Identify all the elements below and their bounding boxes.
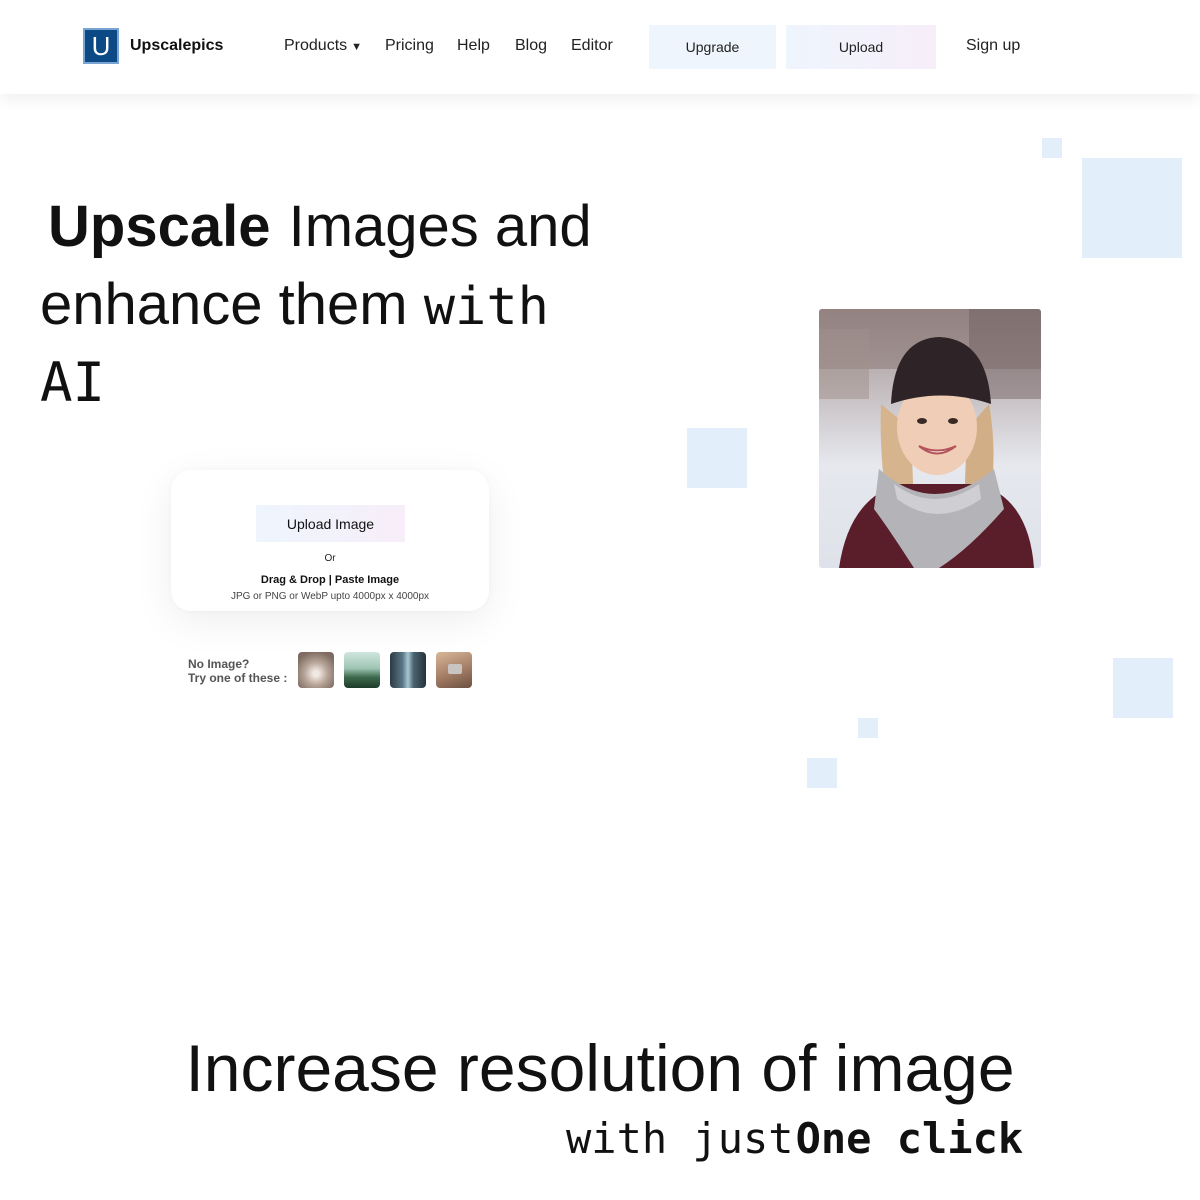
navbar: U Upscalepics Products ▼ Pricing Help Blo… xyxy=(0,0,1200,94)
hero-headline: Upscale Images and enhance them with AI xyxy=(40,190,620,424)
section-subtitle-highlight: One click xyxy=(794,1114,1030,1163)
decor-square xyxy=(858,718,878,738)
brand-name: Upscalepics xyxy=(130,37,224,54)
nav-products[interactable]: Products ▼ xyxy=(284,37,362,56)
format-hint: JPG or PNG or WebP upto 4000px x 4000px xyxy=(230,591,430,602)
sample-thumb-cat[interactable] xyxy=(298,652,334,688)
decor-square xyxy=(1042,138,1062,158)
or-text: Or xyxy=(324,553,336,564)
section-subtitle-prefix: with just xyxy=(566,1114,794,1163)
decor-square xyxy=(1113,658,1173,718)
hero-line-1: Upscale Images and xyxy=(40,190,620,268)
decor-square xyxy=(687,428,747,488)
hero-photo xyxy=(819,309,1041,568)
upload-button[interactable]: Upload xyxy=(786,25,936,69)
upload-dropzone[interactable]: Upload Image Or Drag & Drop | Paste Imag… xyxy=(171,470,489,611)
sample-thumb-laptop[interactable] xyxy=(436,652,472,688)
nav-editor[interactable]: Editor xyxy=(571,37,613,55)
woman-portrait-image xyxy=(819,309,1041,568)
hero-line-2-text: enhance them xyxy=(40,272,424,337)
signup-link[interactable]: Sign up xyxy=(966,37,1020,55)
caret-down-icon: ▼ xyxy=(351,41,363,53)
logo-icon: U xyxy=(83,28,119,64)
nav-blog[interactable]: Blog xyxy=(515,37,547,55)
decor-square xyxy=(807,758,837,788)
decor-square xyxy=(1082,158,1182,258)
sample-thumb-landscape[interactable] xyxy=(344,652,380,688)
hero-line-2: enhance them with xyxy=(40,268,620,346)
upload-image-button[interactable]: Upload Image xyxy=(256,505,405,542)
hero-line-3: AI xyxy=(40,351,106,414)
nav-pricing[interactable]: Pricing xyxy=(385,37,434,55)
section-title: Increase resolution of image xyxy=(185,1031,1015,1105)
hero-highlight: Upscale xyxy=(40,194,272,259)
upgrade-button[interactable]: Upgrade xyxy=(649,25,776,69)
hero-line-1-rest: Images and xyxy=(272,194,592,259)
sample-prompt-line-2: Try one of these : xyxy=(188,671,288,685)
section-subtitle: with justOne click xyxy=(566,1112,1029,1166)
sample-thumb-street[interactable] xyxy=(390,652,426,688)
nav-help[interactable]: Help xyxy=(457,37,490,55)
drag-drop-text: Drag & Drop | Paste Image xyxy=(260,574,400,586)
sample-prompt: No Image? Try one of these : xyxy=(188,657,287,685)
logo[interactable]: U Upscalepics xyxy=(83,28,223,64)
nav-products-label: Products xyxy=(284,37,348,54)
hero-line-2-mono: with xyxy=(423,277,549,337)
sample-prompt-line-1: No Image? xyxy=(188,657,250,671)
